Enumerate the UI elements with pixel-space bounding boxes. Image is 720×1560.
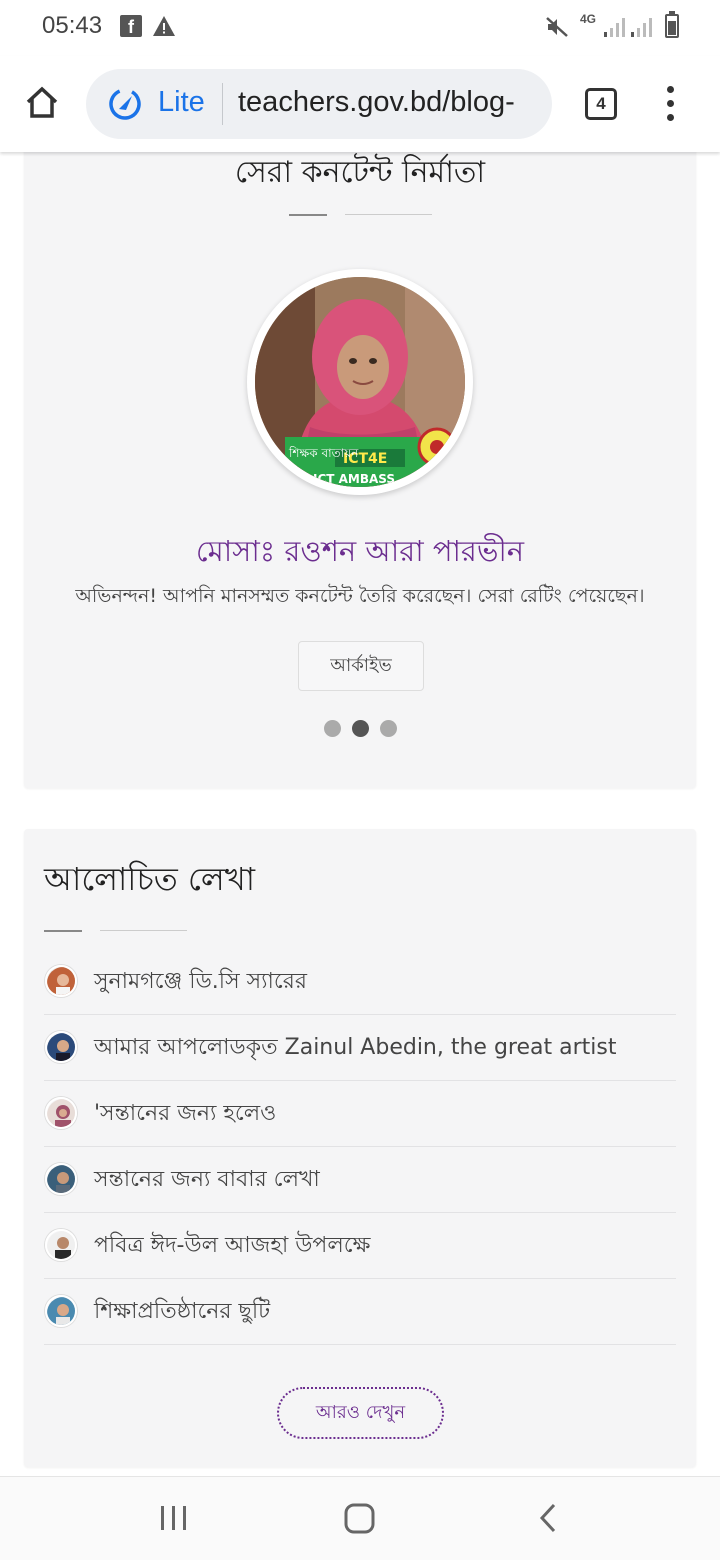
- mute-icon: [546, 17, 568, 37]
- carousel-dots: [322, 720, 402, 740]
- author-name[interactable]: মোসাঃ রওশন আরা পারভীন: [24, 529, 696, 578]
- post-title[interactable]: শিক্ষাপ্রতিষ্ঠানের ছুটি: [94, 1294, 270, 1331]
- post-author-avatar: [45, 1031, 77, 1063]
- list-item[interactable]: সন্তানের জন্য বাবার লেখা: [44, 1147, 676, 1213]
- badge-ambassador: ICT AMBASS: [313, 472, 395, 486]
- lite-label[interactable]: Lite: [158, 86, 205, 119]
- overflow-menu-icon[interactable]: [664, 86, 678, 122]
- author-photo: ICT4E ICT AMBASS শিক্ষক বাতায়ন: [255, 277, 465, 487]
- recent-apps-icon[interactable]: [158, 1501, 190, 1535]
- list-item[interactable]: আমার আপলোডকৃত Zainul Abedin, the great a…: [44, 1015, 676, 1081]
- carousel-dot-3[interactable]: [380, 720, 397, 737]
- network-type: 4G: [580, 12, 597, 26]
- title-underline-dark: [289, 214, 327, 216]
- post-title[interactable]: সুনামগঞ্জে ডি.সি স্যারের: [94, 964, 307, 1001]
- address-bar[interactable]: Lite teachers.gov.bd/blog-: [86, 69, 552, 139]
- signal-icon: [604, 18, 625, 37]
- discussed-posts-list: সুনামগঞ্জে ডি.সি স্যারের আমার আপলোডকৃত Z…: [44, 949, 676, 1345]
- discussed-underline-light: [100, 930, 187, 931]
- congrats-message: অভিনন্দন! আপনি মানসম্মত কনটেন্ট তৈরি করে…: [75, 585, 645, 607]
- post-title[interactable]: 'সন্তানের জন্য হলেও: [94, 1096, 276, 1133]
- archive-button[interactable]: আর্কাইভ: [298, 641, 424, 691]
- post-author-avatar: [45, 1229, 77, 1261]
- back-icon[interactable]: [536, 1501, 560, 1535]
- author-avatar-frame[interactable]: ICT4E ICT AMBASS শিক্ষক বাতায়ন: [247, 269, 473, 495]
- post-author-avatar: [45, 1097, 77, 1129]
- discussed-posts-title: আলোচিত লেখা: [44, 860, 256, 898]
- post-title[interactable]: সন্তানের জন্য বাবার লেখা: [94, 1162, 320, 1199]
- post-title[interactable]: আমার আপলোডকৃত Zainul Abedin, the great a…: [94, 1030, 616, 1067]
- discussed-underline-dark: [44, 930, 82, 932]
- battery-icon: [665, 11, 679, 38]
- best-creator-title: সেরা কনটেন্ট নির্মাতা: [234, 155, 486, 190]
- carousel-dot-1[interactable]: [324, 720, 341, 737]
- system-nav-bar: [0, 1476, 720, 1560]
- url-text[interactable]: teachers.gov.bd/blog-: [238, 86, 543, 119]
- list-item[interactable]: 'সন্তানের জন্য হলেও: [44, 1081, 676, 1147]
- list-item[interactable]: পবিত্র ঈদ-উল আজহা উপলক্ষে: [44, 1213, 676, 1279]
- status-time: 05:43: [42, 12, 103, 39]
- badge-shikkhok: শিক্ষক বাতায়ন: [288, 446, 359, 460]
- post-author-avatar: [45, 1163, 77, 1195]
- post-author-avatar: [45, 965, 77, 997]
- lite-mode-icon[interactable]: [108, 87, 142, 121]
- list-item[interactable]: শিক্ষাপ্রতিষ্ঠানের ছুটি: [44, 1279, 676, 1345]
- signal-icon-2: [631, 18, 652, 37]
- author-avatar[interactable]: ICT4E ICT AMBASS শিক্ষক বাতায়ন: [255, 277, 465, 487]
- post-title[interactable]: পবিত্র ঈদ-উল আজহা উপলক্ষে: [94, 1228, 370, 1265]
- home-icon[interactable]: [22, 82, 62, 122]
- facebook-icon: f: [120, 15, 142, 37]
- warning-icon: [153, 16, 175, 36]
- best-creator-card: সেরা কনটেন্ট নির্মাতা ICT4E ICT AMBASS শ…: [24, 152, 696, 788]
- browser-toolbar: Lite teachers.gov.bd/blog- 4: [0, 56, 720, 152]
- carousel-dot-2[interactable]: [352, 720, 369, 737]
- post-author-avatar: [45, 1295, 77, 1327]
- status-bar: 05:43 f 4G: [0, 0, 720, 56]
- home-nav-icon[interactable]: [342, 1501, 378, 1537]
- discussed-posts-card: আলোচিত লেখা সুনামগঞ্জে ডি.সি স্যারের আমা…: [24, 829, 696, 1467]
- list-item[interactable]: সুনামগঞ্জে ডি.সি স্যারের: [44, 949, 676, 1015]
- tab-switcher-button[interactable]: 4: [585, 88, 617, 120]
- page-content: সেরা কনটেন্ট নির্মাতা ICT4E ICT AMBASS শ…: [0, 152, 720, 1476]
- omnibox-divider: [222, 83, 223, 125]
- see-more-button[interactable]: আরও দেখুন: [277, 1387, 444, 1439]
- title-underline-light: [345, 214, 432, 215]
